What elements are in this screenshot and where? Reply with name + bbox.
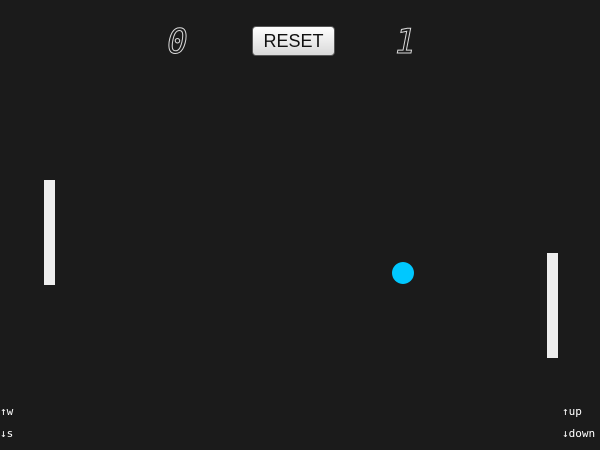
left-paddle [44, 180, 55, 285]
right-up-key-hint: ↑up [562, 405, 582, 418]
right-paddle [547, 253, 558, 358]
left-player-score: 0 [167, 22, 189, 62]
left-up-key-hint: ↑w [0, 405, 14, 418]
right-down-key-hint: ↓down [562, 427, 596, 440]
left-down-key-hint: ↓s [0, 427, 14, 440]
reset-button[interactable]: RESET [252, 26, 335, 56]
left-player-controls-hint: ↑w ↓s [0, 401, 13, 445]
right-player-score: 1 [395, 22, 417, 62]
pong-court: 0 RESET 1 ↑w ↓s ↑up ↓down [0, 0, 600, 450]
ball [392, 262, 414, 284]
right-player-controls-hint: ↑up ↓down [562, 401, 595, 445]
